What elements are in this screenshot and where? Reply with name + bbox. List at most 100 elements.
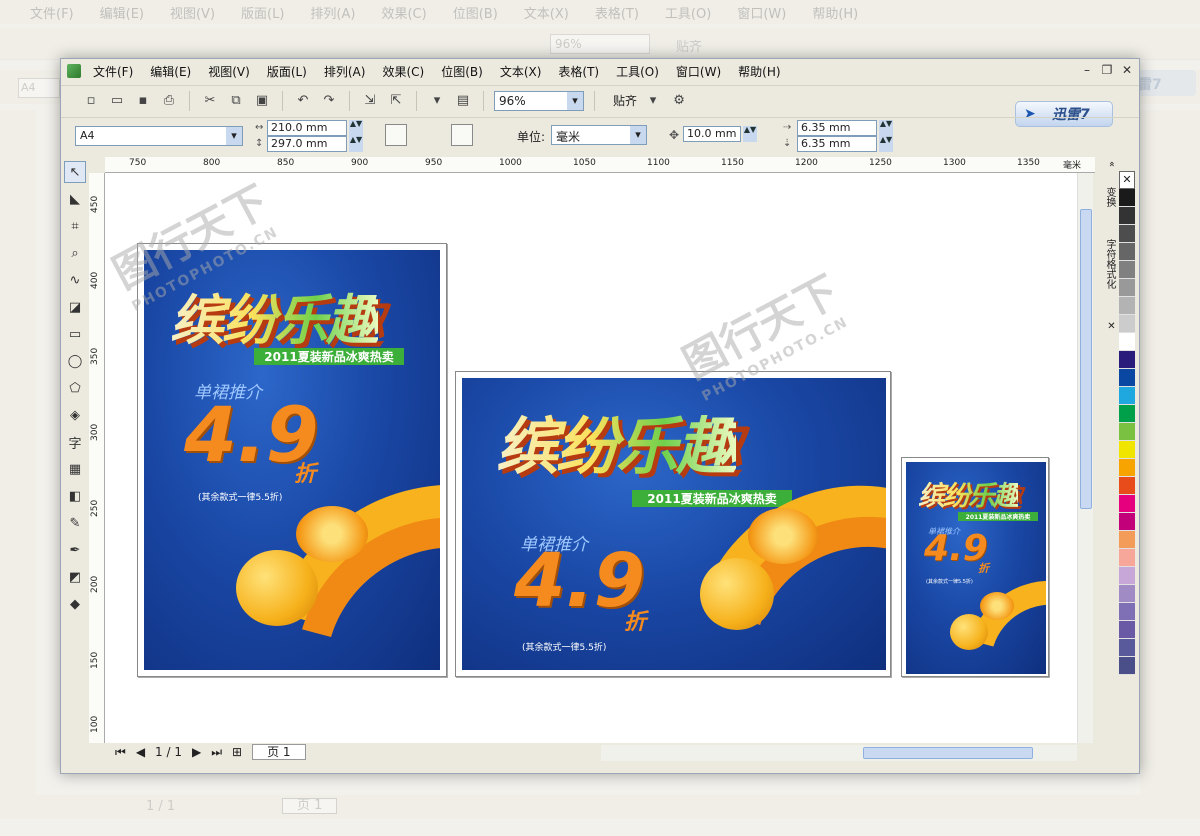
previous-page-icon[interactable]: ◀ bbox=[136, 745, 145, 759]
duplicate-distance-y-field[interactable]: 6.35 mm bbox=[797, 136, 877, 152]
color-swatch[interactable] bbox=[1119, 315, 1135, 333]
color-swatch[interactable] bbox=[1119, 423, 1135, 441]
menu-effects[interactable]: 效果(C) bbox=[382, 63, 424, 80]
color-swatch[interactable] bbox=[1119, 405, 1135, 423]
menu-edit[interactable]: 编辑(E) bbox=[150, 63, 191, 80]
units-select[interactable]: 毫米 bbox=[551, 125, 647, 145]
application-launcher-icon[interactable]: ▾ bbox=[427, 91, 447, 111]
color-swatch[interactable] bbox=[1119, 567, 1135, 585]
restore-icon[interactable]: ❐ bbox=[1099, 62, 1115, 78]
color-swatch[interactable] bbox=[1119, 333, 1135, 351]
zoom-tool-icon[interactable]: ⌕ bbox=[64, 242, 86, 264]
current-page-button[interactable] bbox=[477, 124, 499, 146]
all-pages-button[interactable] bbox=[451, 124, 473, 146]
print-icon[interactable]: ⎙ bbox=[159, 91, 179, 111]
color-swatch[interactable] bbox=[1119, 279, 1135, 297]
nudge-distance-field[interactable]: 10.0 mm bbox=[683, 126, 741, 142]
undo-icon[interactable]: ↶ bbox=[293, 91, 313, 111]
menu-text[interactable]: 文本(X) bbox=[500, 63, 542, 80]
color-swatch[interactable] bbox=[1119, 603, 1135, 621]
outline-pen-icon[interactable]: ✒ bbox=[64, 539, 86, 561]
page-size-select[interactable]: A4 bbox=[75, 126, 243, 146]
open-folder-icon[interactable]: ▭ bbox=[107, 91, 127, 111]
menu-window[interactable]: 窗口(W) bbox=[676, 63, 721, 80]
color-swatch[interactable] bbox=[1119, 585, 1135, 603]
drawing-canvas[interactable]: 缤纷乐趣 缤纷乐趣 2011夏装新品冰爽热卖 单裙推介 4.9 折 (其余款式一… bbox=[105, 173, 1077, 743]
poster-landscape[interactable]: 缤纷乐趣 缤纷乐趣 2011夏装新品冰爽热卖 单裙推介 4.9 折 (其余款式一… bbox=[455, 371, 891, 677]
poster-portrait[interactable]: 缤纷乐趣 缤纷乐趣 2011夏装新品冰爽热卖 单裙推介 4.9 折 (其余款式一… bbox=[137, 243, 447, 677]
color-swatch[interactable] bbox=[1119, 189, 1135, 207]
next-page-icon[interactable]: ▶ bbox=[192, 745, 201, 759]
collapse-docker-icon[interactable]: « bbox=[1097, 161, 1117, 167]
color-swatch[interactable] bbox=[1119, 531, 1135, 549]
add-page-icon[interactable]: ⊞ bbox=[232, 745, 242, 759]
polygon-tool-icon[interactable]: ⬠ bbox=[64, 377, 86, 399]
fill-bucket-icon[interactable]: ◩ bbox=[64, 566, 86, 588]
page-tab[interactable]: 页 1 bbox=[252, 744, 306, 760]
last-page-icon[interactable]: ⏭ bbox=[211, 745, 222, 760]
color-swatch[interactable] bbox=[1119, 207, 1135, 225]
menu-help[interactable]: 帮助(H) bbox=[738, 63, 780, 80]
close-docker-icon[interactable]: ✕ bbox=[1097, 321, 1117, 332]
paste-icon[interactable]: ▣ bbox=[252, 91, 272, 111]
redo-icon[interactable]: ↷ bbox=[319, 91, 339, 111]
first-page-icon[interactable]: ⏮ bbox=[115, 745, 126, 760]
options-icon[interactable]: ⚙ bbox=[669, 91, 689, 111]
zoom-level-select[interactable]: 96% bbox=[494, 90, 584, 111]
docker-tab-transform[interactable]: 变换 bbox=[1097, 187, 1117, 207]
color-swatch[interactable] bbox=[1119, 657, 1135, 675]
page-height-field[interactable]: 297.0 mm bbox=[267, 136, 347, 152]
minimize-icon[interactable]: – bbox=[1079, 62, 1095, 78]
page-width-field[interactable]: 210.0 mm bbox=[267, 120, 347, 136]
color-swatch[interactable] bbox=[1119, 243, 1135, 261]
shape-tool-icon[interactable]: ◣ bbox=[64, 188, 86, 210]
smart-fill-icon[interactable]: ◪ bbox=[64, 296, 86, 318]
duplicate-distance-x-field[interactable]: 6.35 mm bbox=[797, 120, 877, 136]
color-swatch[interactable] bbox=[1119, 495, 1135, 513]
landscape-button[interactable] bbox=[411, 124, 433, 146]
table-tool-icon[interactable]: ▦ bbox=[64, 458, 86, 480]
cut-icon[interactable]: ✂ bbox=[200, 91, 220, 111]
save-icon[interactable]: ▪ bbox=[133, 91, 153, 111]
color-swatch[interactable] bbox=[1119, 351, 1135, 369]
color-swatch[interactable] bbox=[1119, 369, 1135, 387]
width-spinner[interactable]: ▲▼ bbox=[349, 120, 363, 136]
horizontal-scrollbar[interactable] bbox=[601, 745, 1077, 761]
height-spinner[interactable]: ▲▼ bbox=[349, 136, 363, 152]
poster-small[interactable]: 缤纷乐趣 缤纷乐趣 2011夏装新品冰爽热卖 单裙推介 4.9 折 (其余款式一… bbox=[901, 457, 1049, 677]
duplicate-y-spinner[interactable]: ▲▼ bbox=[879, 136, 893, 152]
color-swatch[interactable] bbox=[1119, 549, 1135, 567]
color-swatch[interactable] bbox=[1119, 513, 1135, 531]
color-swatch[interactable] bbox=[1119, 387, 1135, 405]
chevron-down-icon[interactable]: ▾ bbox=[643, 91, 663, 111]
menu-file[interactable]: 文件(F) bbox=[93, 63, 133, 80]
no-color-swatch[interactable]: ✕ bbox=[1119, 171, 1135, 189]
color-swatch[interactable] bbox=[1119, 621, 1135, 639]
color-swatch[interactable] bbox=[1119, 477, 1135, 495]
interactive-blend-icon[interactable]: ◧ bbox=[64, 485, 86, 507]
import-icon[interactable]: ⇲ bbox=[360, 91, 380, 111]
basic-shapes-icon[interactable]: ◈ bbox=[64, 404, 86, 426]
vertical-scrollbar[interactable] bbox=[1077, 173, 1093, 743]
menu-view[interactable]: 视图(V) bbox=[208, 63, 250, 80]
snap-to-dropdown[interactable]: 贴齐 bbox=[613, 92, 637, 109]
close-icon[interactable]: ✕ bbox=[1119, 62, 1135, 78]
app-icon[interactable] bbox=[67, 64, 81, 78]
menu-bitmaps[interactable]: 位图(B) bbox=[441, 63, 483, 80]
color-swatch[interactable] bbox=[1119, 261, 1135, 279]
duplicate-x-spinner[interactable]: ▲▼ bbox=[879, 120, 893, 136]
eyedropper-icon[interactable]: ✎ bbox=[64, 512, 86, 534]
menu-arrange[interactable]: 排列(A) bbox=[324, 63, 366, 80]
portrait-button[interactable] bbox=[385, 124, 407, 146]
new-document-icon[interactable]: ▫ bbox=[81, 91, 101, 111]
color-swatch[interactable] bbox=[1119, 459, 1135, 477]
color-swatch[interactable] bbox=[1119, 225, 1135, 243]
interactive-fill-icon[interactable]: ◆ bbox=[64, 593, 86, 615]
menu-layout[interactable]: 版面(L) bbox=[267, 63, 307, 80]
export-icon[interactable]: ⇱ bbox=[386, 91, 406, 111]
freehand-tool-icon[interactable]: ∿ bbox=[64, 269, 86, 291]
vertical-scroll-thumb[interactable] bbox=[1080, 209, 1092, 509]
menu-tools[interactable]: 工具(O) bbox=[616, 63, 659, 80]
color-swatch[interactable] bbox=[1119, 441, 1135, 459]
menu-table[interactable]: 表格(T) bbox=[558, 63, 599, 80]
